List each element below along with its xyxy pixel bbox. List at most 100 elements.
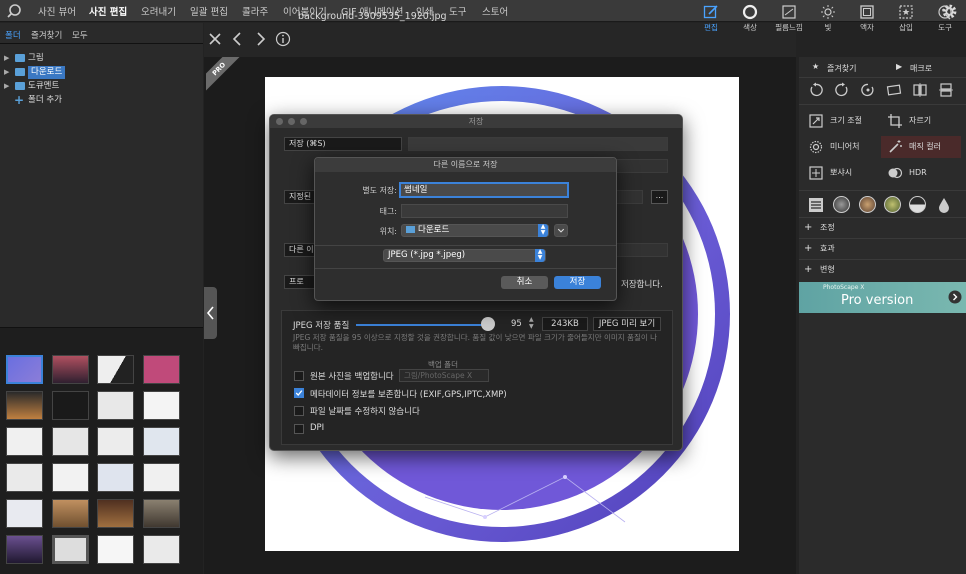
flip-horizontal-icon[interactable] (912, 82, 928, 98)
tool-color[interactable]: 색상 (731, 4, 769, 33)
flip-vertical-icon[interactable] (938, 82, 954, 98)
location-select[interactable]: 다운로드 ▲ ▼ (401, 224, 549, 237)
app-logo-icon[interactable] (6, 3, 22, 19)
thumbnail[interactable] (6, 427, 43, 456)
miniature-button[interactable]: 미니어처 (802, 136, 880, 158)
keep-metadata-checkbox[interactable] (294, 388, 304, 398)
expand-arrow-icon[interactable]: ▶ (4, 54, 9, 62)
tab-all[interactable]: 모두 (72, 29, 88, 41)
window-minimize-dot[interactable] (288, 118, 295, 125)
tags-input[interactable] (401, 204, 568, 218)
crop-button[interactable]: 자르기 (881, 110, 961, 132)
thumbnail[interactable] (52, 355, 89, 384)
tree-item-pictures[interactable]: ▶ 그림 (0, 52, 203, 66)
filter-circle-icon[interactable] (859, 196, 876, 213)
thumbnail[interactable] (97, 355, 134, 384)
tab-favorites[interactable]: 즐겨찾기 (31, 29, 62, 41)
thumbnail[interactable] (97, 535, 134, 564)
thumbnail[interactable] (143, 355, 180, 384)
tree-item-downloads[interactable]: ▶ 다운로드 (0, 66, 203, 80)
menu-cut-out[interactable]: 오려내기 (141, 4, 176, 18)
jpeg-preview-button[interactable]: JPEG 미리 보기 (593, 317, 661, 331)
accordion-effects[interactable]: + 효과 (799, 238, 966, 257)
backup-folder-field[interactable]: 그림/PhotoScape X (399, 369, 489, 382)
save-shortcut-button[interactable]: 저장 (⌘S) (284, 137, 402, 151)
close-icon[interactable] (207, 31, 223, 47)
thumbnail[interactable] (52, 391, 89, 420)
tool-film[interactable]: 필름느낌 (770, 4, 808, 33)
back-chevron-icon[interactable] (230, 31, 246, 47)
expand-arrow-icon[interactable]: ▶ (4, 82, 9, 90)
tree-item-add-folder[interactable]: + 폴더 추가 (0, 93, 203, 108)
thumbnail[interactable] (6, 463, 43, 492)
thumbnail[interactable] (6, 391, 43, 420)
tool-edit[interactable]: 편집 (692, 4, 730, 33)
rotate-right-icon[interactable] (834, 82, 850, 98)
thumbnail[interactable] (6, 355, 43, 384)
thumbnail[interactable] (143, 391, 180, 420)
window-close-dot[interactable] (276, 118, 283, 125)
window-zoom-dot[interactable] (300, 118, 307, 125)
pro-version-banner[interactable]: PhotoScape X Pro version (799, 282, 966, 313)
quality-slider-track[interactable] (356, 324, 488, 326)
magic-color-button[interactable]: 매직 컬러 (881, 136, 961, 158)
thumbnail[interactable] (52, 427, 89, 456)
rotate-left-icon[interactable] (808, 82, 824, 98)
save-button[interactable]: 저장 (554, 276, 601, 289)
format-select[interactable]: JPEG (*.jpg *.jpeg) ▲ ▼ (383, 249, 546, 262)
thumbnail[interactable] (143, 463, 180, 492)
menu-store[interactable]: 스토어 (482, 4, 508, 18)
dpi-checkbox[interactable] (294, 424, 304, 434)
menu-batch[interactable]: 일괄 편집 (190, 4, 228, 18)
tab-favorites-right[interactable]: 즐겨찾기 (827, 63, 856, 74)
hdr-button[interactable]: HDR (881, 162, 961, 184)
thumbnail[interactable] (52, 535, 89, 564)
forward-chevron-icon[interactable] (252, 31, 268, 47)
tab-macro[interactable]: 매크로 (910, 63, 932, 74)
tab-folders[interactable]: 폴더 (5, 29, 21, 41)
accordion-transform[interactable]: + 변형 (799, 259, 966, 278)
thumbnail[interactable] (6, 499, 43, 528)
thumbnail[interactable] (52, 463, 89, 492)
menu-photo-viewer[interactable]: 사진 뷰어 (38, 4, 76, 18)
menu-collage[interactable]: 콜라주 (242, 4, 268, 18)
rotate-free-icon[interactable] (860, 82, 876, 98)
keep-file-date-checkbox[interactable] (294, 406, 304, 416)
straighten-icon[interactable] (886, 82, 902, 98)
format-button[interactable]: 프로 (284, 275, 316, 289)
expand-dialog-button[interactable] (554, 224, 568, 237)
accordion-adjust[interactable]: + 조정 (799, 217, 966, 236)
filter-circle-icon[interactable] (884, 196, 901, 213)
info-icon[interactable] (275, 31, 291, 47)
menu-photo-editor[interactable]: 사진 편집 (89, 4, 127, 18)
tool-light[interactable]: 빛 (809, 4, 847, 33)
expand-arrow-icon[interactable]: ▶ (4, 68, 9, 76)
tool-frame[interactable]: 액자 (848, 4, 886, 33)
quality-value[interactable]: 95 (511, 319, 522, 329)
resize-button[interactable]: 크기 조절 (802, 110, 880, 132)
bloom-button[interactable]: 뽀샤시 (802, 162, 880, 184)
quality-slider-thumb[interactable] (481, 317, 495, 331)
thumbnail[interactable] (97, 391, 134, 420)
browse-button[interactable]: ... (651, 190, 668, 204)
thumbnail[interactable] (97, 463, 134, 492)
tool-tools[interactable]: 도구 (926, 4, 964, 33)
backup-original-checkbox[interactable] (294, 371, 304, 381)
menu-tools[interactable]: 도구 (449, 4, 466, 18)
filter-half-circle-icon[interactable] (909, 196, 926, 213)
quality-stepper-icon[interactable]: ▲ ▼ (529, 316, 534, 330)
save-as-button[interactable]: 다른 이 (284, 243, 316, 257)
thumbnail[interactable] (6, 535, 43, 564)
tree-item-documents[interactable]: ▶ 도큐멘트 (0, 80, 203, 94)
thumbnail[interactable] (143, 499, 180, 528)
filter-circle-icon[interactable] (833, 196, 850, 213)
thumbnail[interactable] (52, 499, 89, 528)
file-name-input[interactable]: 썸네일 (399, 182, 569, 198)
thumbnail[interactable] (97, 499, 134, 528)
cancel-button[interactable]: 취소 (501, 276, 548, 289)
list-filter-icon[interactable] (808, 197, 824, 213)
droplet-icon[interactable] (936, 197, 952, 213)
tool-insert[interactable]: 삽입 (887, 4, 925, 33)
thumbnail[interactable] (97, 427, 134, 456)
specified-save-button[interactable]: 지정된 (284, 190, 316, 204)
